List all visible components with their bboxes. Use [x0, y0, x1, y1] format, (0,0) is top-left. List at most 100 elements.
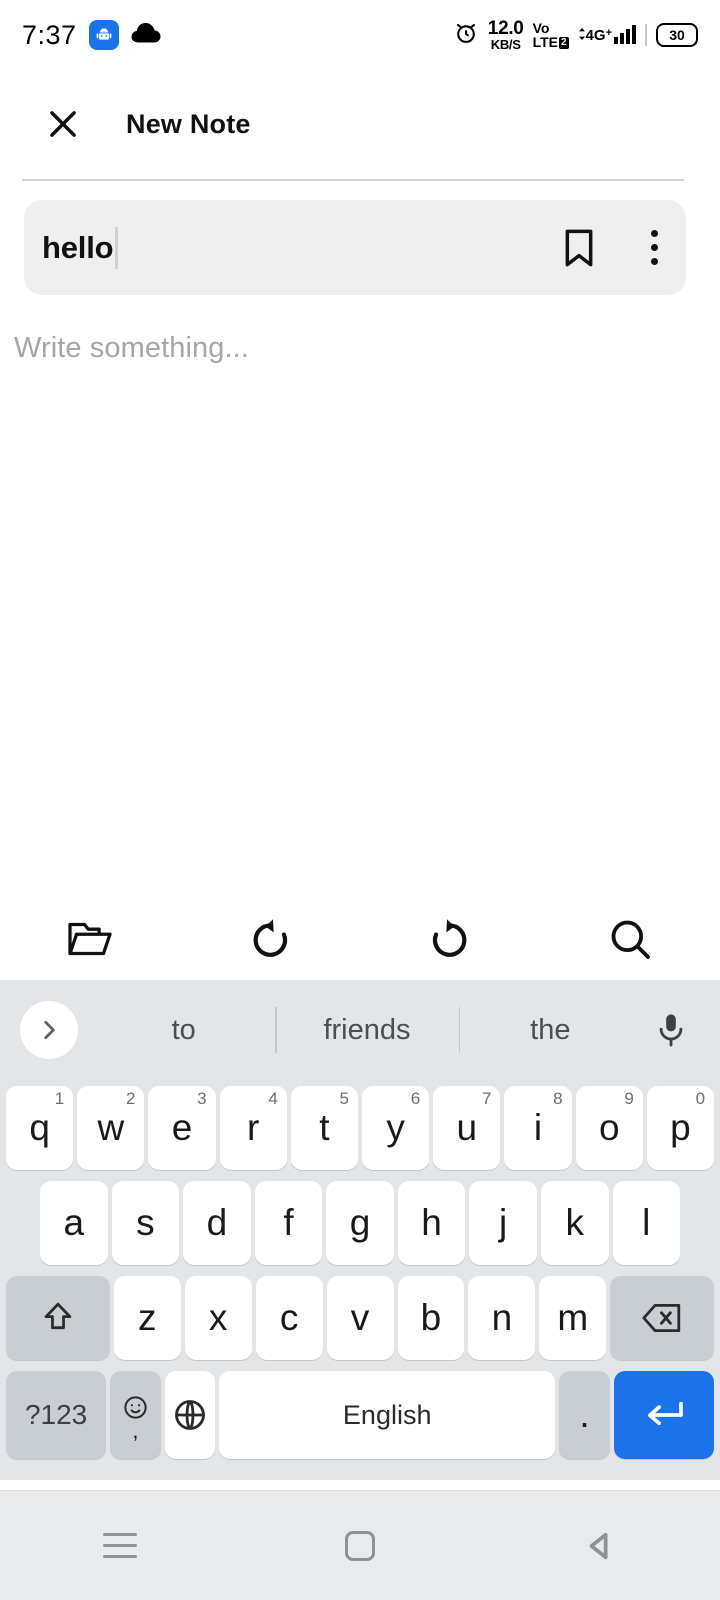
sim-badge: 2 — [558, 37, 569, 50]
key-k[interactable]: k — [540, 1180, 609, 1265]
key-label: e — [171, 1106, 193, 1148]
key-num: 6 — [410, 1088, 421, 1108]
signal-indicator: 4G + — [578, 25, 636, 44]
key-label: i — [533, 1106, 543, 1148]
app-bar: New Note — [0, 78, 720, 170]
enter-icon[interactable] — [613, 1371, 714, 1459]
suggestion-item[interactable]: the — [459, 1014, 642, 1047]
recents-icon[interactable] — [0, 1533, 240, 1558]
key-num: 4 — [268, 1088, 278, 1108]
signal-type-label: 4G + — [578, 27, 612, 44]
key-num: 0 — [695, 1088, 706, 1108]
key-label: y — [386, 1106, 405, 1148]
keyboard-row-2: a s d f g h j k l — [0, 1175, 720, 1270]
key-r[interactable]: 4 r — [219, 1085, 287, 1170]
note-body-placeholder[interactable]: Write something... — [14, 332, 614, 365]
soft-keyboard: to friends the 1 q 2 w 3 e 4 r 5 t 6 y 7… — [0, 980, 720, 1480]
key-g[interactable]: g — [326, 1180, 394, 1265]
bookmark-icon[interactable] — [559, 226, 599, 270]
key-f[interactable]: f — [254, 1180, 323, 1265]
key-i[interactable]: 8 i — [504, 1085, 572, 1170]
key-num: 7 — [481, 1088, 492, 1108]
signal-label-text: 4G — [585, 27, 606, 44]
android-robot-icon — [88, 20, 119, 50]
key-num: 9 — [624, 1088, 634, 1108]
editor-toolbar — [0, 898, 720, 980]
key-w[interactable]: 2 w — [77, 1085, 145, 1170]
key-label: p — [670, 1106, 691, 1148]
note-title-value: hello — [42, 229, 114, 265]
key-u[interactable]: 7 u — [433, 1085, 501, 1170]
close-icon[interactable] — [42, 103, 84, 145]
chevron-right-icon[interactable] — [20, 1001, 78, 1059]
key-n[interactable]: n — [468, 1275, 536, 1360]
emoji-icon[interactable]: , — [110, 1371, 161, 1459]
key-b[interactable]: b — [397, 1275, 465, 1360]
suggestion-item[interactable]: to — [92, 1014, 275, 1047]
redo-icon[interactable] — [360, 917, 540, 961]
key-q[interactable]: 1 q — [6, 1085, 74, 1170]
backspace-icon[interactable] — [610, 1275, 715, 1360]
system-nav-bar — [0, 1490, 720, 1600]
signal-bars-icon — [614, 25, 636, 44]
shift-icon[interactable] — [6, 1275, 110, 1360]
key-num: 5 — [339, 1088, 350, 1108]
key-label: r — [247, 1106, 260, 1148]
key-x[interactable]: x — [184, 1275, 252, 1360]
suggestion-item[interactable]: friends — [275, 1014, 458, 1047]
folder-icon[interactable] — [0, 919, 180, 959]
key-v[interactable]: v — [326, 1275, 394, 1360]
undo-icon[interactable] — [180, 917, 360, 961]
home-icon[interactable] — [240, 1530, 480, 1561]
key-m[interactable]: m — [539, 1275, 607, 1360]
cloud-icon — [131, 22, 161, 48]
key-o[interactable]: 9 o — [575, 1085, 643, 1170]
volte-line-2: LTE — [532, 34, 558, 50]
suggestion-bar: to friends the — [0, 980, 720, 1080]
status-bar-right: 12.0 KB/S Vo LTE 2 4G + 30 — [453, 19, 698, 51]
key-label: q — [29, 1106, 50, 1148]
keyboard-row-1: 1 q 2 w 3 e 4 r 5 t 6 y 7 u 8 i 9 o 0 p — [0, 1080, 720, 1175]
signal-plus: + — [605, 27, 612, 39]
space-key[interactable]: English — [219, 1371, 556, 1459]
key-a[interactable]: a — [40, 1180, 108, 1265]
symbols-key[interactable]: ?123 — [6, 1371, 107, 1459]
more-vertical-icon[interactable] — [651, 230, 658, 265]
keyboard-row-4: ?123 , English . — [0, 1365, 720, 1465]
microphone-icon[interactable] — [644, 1003, 698, 1057]
key-num: 2 — [125, 1088, 136, 1108]
key-y[interactable]: 6 y — [362, 1085, 430, 1170]
title-actions — [559, 226, 658, 270]
key-d[interactable]: d — [183, 1180, 251, 1265]
status-bar: 7:37 12.0 KB/S Vo LTE 2 4G + 30 — [0, 0, 720, 70]
key-l[interactable]: l — [612, 1180, 681, 1265]
globe-icon[interactable] — [164, 1371, 216, 1459]
back-icon[interactable] — [480, 1529, 720, 1563]
network-speed: 12.0 KB/S — [488, 19, 524, 51]
key-label: w — [97, 1106, 125, 1148]
network-speed-value: 12.0 — [487, 18, 524, 39]
key-p[interactable]: 0 p — [646, 1085, 715, 1170]
app-bar-divider — [22, 179, 684, 181]
key-label: u — [456, 1106, 478, 1148]
key-t[interactable]: 5 t — [290, 1085, 359, 1170]
text-caret — [115, 226, 119, 269]
note-title-field[interactable]: hello — [24, 200, 686, 295]
phone-screen: 7:37 12.0 KB/S Vo LTE 2 4G + 30 New Note… — [0, 0, 720, 1600]
key-h[interactable]: h — [397, 1180, 466, 1265]
key-num: 3 — [197, 1088, 207, 1108]
battery-indicator: 30 — [656, 23, 698, 47]
key-num: 8 — [553, 1088, 563, 1108]
key-c[interactable]: c — [255, 1275, 323, 1360]
key-e[interactable]: 3 e — [148, 1085, 216, 1170]
keyboard-row-3: z x c v b n m — [0, 1270, 720, 1365]
key-j[interactable]: j — [469, 1180, 537, 1265]
search-icon[interactable] — [540, 916, 720, 962]
period-key[interactable]: . — [559, 1371, 610, 1459]
key-s[interactable]: s — [111, 1180, 180, 1265]
volte-line-1: Vo — [532, 19, 550, 36]
key-num: 1 — [54, 1088, 65, 1108]
alarm-clock-icon — [453, 20, 479, 51]
suggestion-list: to friends the — [92, 1014, 642, 1047]
key-z[interactable]: z — [113, 1275, 181, 1360]
